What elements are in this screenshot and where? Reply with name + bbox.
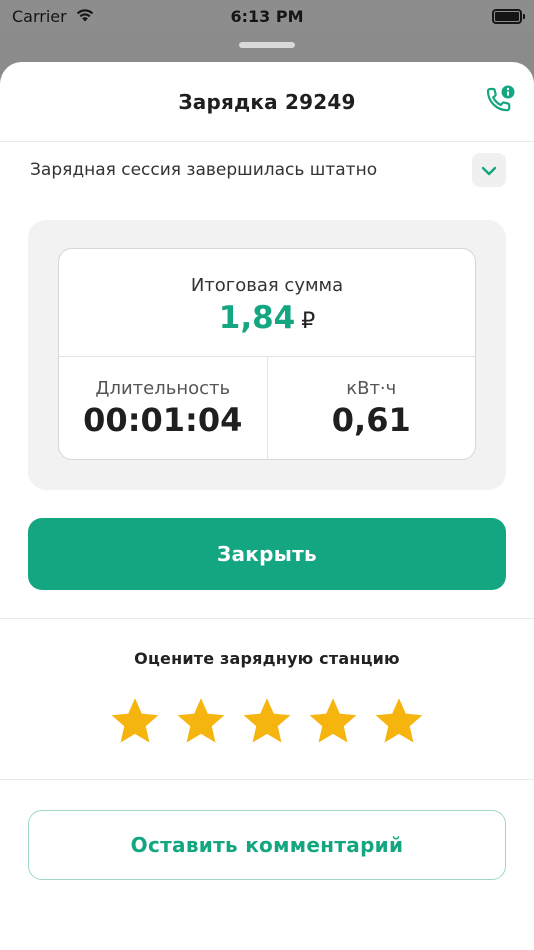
summary-card: Итоговая сумма 1,84 ₽ Длительность 00:01… [58,248,476,460]
status-time: 6:13 PM [230,6,304,26]
sheet-header: Зарядка 29249 [0,62,534,142]
status-left: Carrier [12,7,172,26]
energy-metric: кВт·ч 0,61 [266,357,476,459]
chevron-down-icon [481,161,497,180]
charging-result-sheet: Зарядка 29249 Зарядная сессия завершилас… [0,62,534,950]
total-amount-block: Итоговая сумма 1,84 ₽ [59,249,475,357]
wifi-icon [75,7,95,26]
carrier-label: Carrier [12,6,67,26]
total-label: Итоговая сумма [190,275,344,296]
summary-panel: Итоговая сумма 1,84 ₽ Длительность 00:01… [28,220,506,490]
duration-metric: Длительность 00:01:04 [59,357,267,459]
duration-label: Длительность [95,377,231,399]
leave-comment-button[interactable]: Оставить комментарий [28,810,506,880]
star-4-icon[interactable] [305,694,361,750]
status-bar: Carrier 6:13 PM [0,0,534,32]
star-rating [107,694,427,750]
star-3-icon[interactable] [239,694,295,750]
currency-symbol: ₽ [301,309,316,334]
total-value: 1,84 [218,300,296,336]
duration-value: 00:01:04 [83,400,243,439]
divider [0,779,534,780]
support-call-button[interactable] [482,84,516,122]
energy-value: 0,61 [331,400,411,439]
phone-info-icon [482,84,516,122]
star-1-icon[interactable] [107,694,163,750]
rating-block: Оцените зарядную станцию [0,619,534,779]
energy-label: кВт·ч [346,377,397,399]
session-status-text: Зарядная сессия завершилась штатно [30,160,378,180]
rating-title: Оцените зарядную станцию [134,649,400,668]
session-status-row[interactable]: Зарядная сессия завершилась штатно [0,142,534,198]
total-value-row: 1,84 ₽ [219,300,316,336]
metrics-row: Длительность 00:01:04 кВт·ч 0,61 [59,357,475,459]
battery-icon [491,8,525,24]
star-2-icon[interactable] [173,694,229,750]
page-title: Зарядка 29249 [178,89,356,114]
star-5-icon[interactable] [371,694,427,750]
status-right [362,8,525,24]
expand-details-button[interactable] [472,153,506,187]
sheet-grabber[interactable] [239,42,295,48]
close-button[interactable]: Закрыть [28,518,506,590]
